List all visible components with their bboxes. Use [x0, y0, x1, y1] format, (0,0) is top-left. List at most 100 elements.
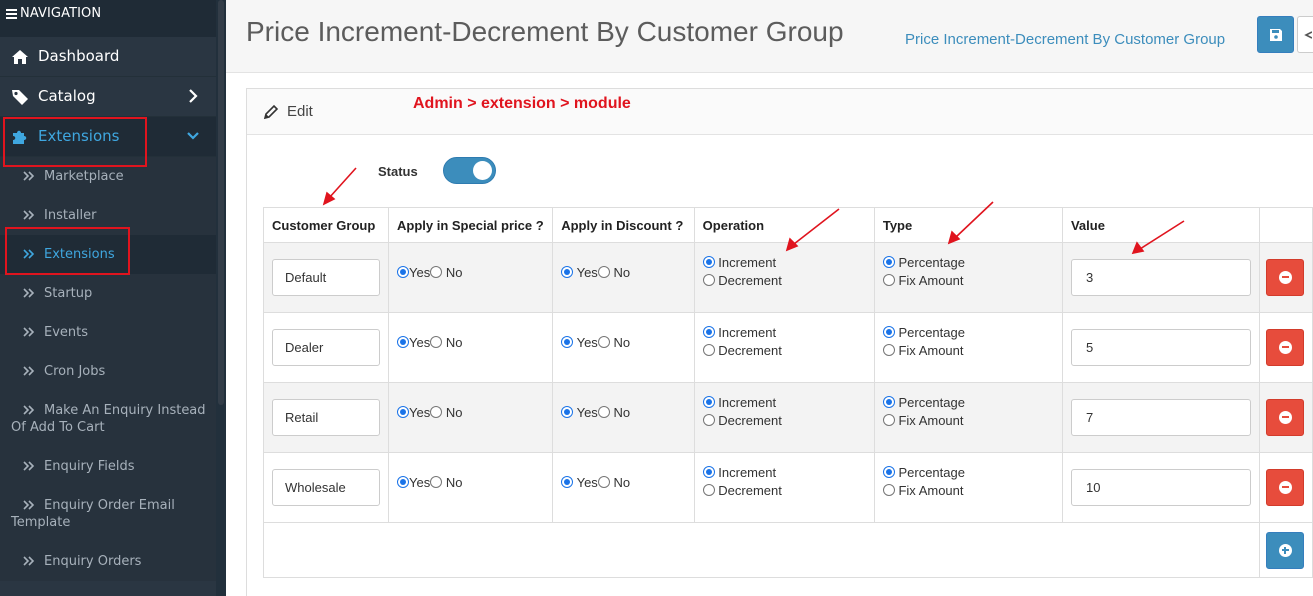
decrement-radio[interactable]	[702, 273, 715, 286]
navigation-header[interactable]: NAVIGATION	[0, 0, 216, 37]
special-yes-radio[interactable]	[397, 266, 409, 278]
menu-item-dashboard[interactable]: Dashboard	[0, 37, 216, 77]
percentage-radio[interactable]	[882, 255, 895, 268]
increment-radio[interactable]	[702, 465, 715, 478]
special-yes-radio[interactable]	[397, 406, 409, 418]
special-yes-radio[interactable]	[397, 336, 409, 348]
fix-amount-radio[interactable]	[882, 273, 895, 286]
remove-row-button[interactable]	[1265, 469, 1304, 506]
remove-row-button[interactable]	[1265, 399, 1304, 436]
special-yes-radio[interactable]	[397, 476, 409, 488]
breadcrumb-link[interactable]: Price Increment-Decrement By Customer Gr…	[905, 31, 1225, 48]
pencil-icon	[263, 104, 279, 120]
value-input[interactable]: 10	[1070, 469, 1251, 506]
status-toggle[interactable]	[443, 157, 496, 184]
col-header-discount: Apply in Discount ?	[552, 207, 695, 243]
discount-yes-radio[interactable]	[561, 476, 574, 488]
toggle-knob	[473, 161, 492, 180]
double-chevron-right-icon	[23, 500, 35, 510]
value-input[interactable]: 3	[1070, 259, 1251, 296]
discount-no-label: No	[613, 335, 631, 350]
increment-radio[interactable]	[702, 395, 715, 408]
save-button[interactable]	[1257, 16, 1294, 53]
cell-type: Percentage Fix Amount	[873, 452, 1063, 523]
cell-operation: Increment Decrement	[693, 312, 875, 383]
submenu-item-cron-jobs[interactable]: Cron Jobs	[0, 352, 216, 391]
discount-no-label: No	[613, 265, 631, 280]
decrement-label: Decrement	[718, 482, 782, 498]
status-label: Status	[378, 164, 418, 179]
special-no-radio[interactable]	[430, 476, 443, 488]
special-no-label: No	[445, 335, 463, 350]
sidebar-scrollbar-thumb[interactable]	[218, 0, 224, 405]
cell-type: Percentage Fix Amount	[873, 242, 1063, 313]
submenu-item-enquiry-orders[interactable]: Enquiry Orders	[0, 542, 216, 581]
reply-icon	[1304, 31, 1312, 39]
remove-row-button[interactable]	[1265, 329, 1304, 366]
value-input[interactable]: 5	[1070, 329, 1251, 366]
special-no-radio[interactable]	[430, 336, 443, 348]
increment-label: Increment	[718, 464, 777, 480]
value-input[interactable]: 7	[1070, 399, 1251, 436]
decrement-radio[interactable]	[702, 483, 715, 496]
page-title: Price Increment-Decrement By Customer Gr…	[246, 16, 844, 47]
special-no-radio[interactable]	[430, 406, 443, 418]
discount-yes-radio[interactable]	[561, 336, 574, 348]
discount-no-radio[interactable]	[597, 476, 610, 488]
submenu-item-enquiry-fields[interactable]: Enquiry Fields	[0, 447, 216, 486]
home-icon	[12, 50, 28, 64]
fix-amount-label: Fix Amount	[898, 412, 964, 428]
cell-action	[1258, 242, 1313, 313]
cell-customer-group: Wholesale	[263, 452, 389, 523]
submenu-item-startup[interactable]: Startup	[0, 274, 216, 313]
special-no-radio[interactable]	[430, 266, 443, 278]
discount-no-label: No	[613, 405, 631, 420]
fix-amount-radio[interactable]	[882, 413, 895, 426]
menu-item-catalog[interactable]: Catalog	[0, 77, 216, 117]
submenu-item-events[interactable]: Events	[0, 313, 216, 352]
submenu-item-enquiry-order-email-template[interactable]: Enquiry Order Email Template	[0, 486, 216, 542]
minus-circle-icon	[1278, 271, 1292, 284]
save-icon	[1270, 29, 1282, 41]
discount-yes-label: Yes	[576, 405, 598, 420]
fix-amount-radio[interactable]	[882, 343, 895, 356]
discount-no-radio[interactable]	[597, 266, 610, 278]
discount-yes-label: Yes	[576, 265, 598, 280]
discount-yes-radio[interactable]	[561, 406, 574, 418]
customer-group-input[interactable]: Default	[272, 259, 380, 296]
percentage-label: Percentage	[898, 464, 965, 480]
fix-amount-label: Fix Amount	[898, 272, 964, 288]
submenu-item-make-an-enquiry[interactable]: Make An Enquiry Instead Of Add To Cart	[0, 391, 216, 447]
increment-label: Increment	[718, 254, 777, 270]
cell-operation: Increment Decrement	[693, 382, 875, 453]
discount-no-radio[interactable]	[597, 336, 610, 348]
increment-radio[interactable]	[702, 255, 715, 268]
percentage-radio[interactable]	[882, 325, 895, 338]
percentage-label: Percentage	[898, 394, 965, 410]
back-button[interactable]	[1297, 16, 1313, 53]
cell-discount: Yes No	[552, 452, 695, 523]
discount-yes-radio[interactable]	[561, 266, 574, 278]
cell-action	[1258, 382, 1313, 453]
cell-add	[1258, 522, 1313, 578]
increment-radio[interactable]	[702, 325, 715, 338]
add-row-button[interactable]	[1265, 531, 1304, 569]
double-chevron-right-icon	[23, 366, 35, 376]
fix-amount-label: Fix Amount	[898, 482, 964, 498]
annotation-text: Admin > extension > module	[413, 95, 631, 112]
decrement-radio[interactable]	[702, 413, 715, 426]
customer-group-input[interactable]: Wholesale	[272, 469, 380, 506]
discount-no-radio[interactable]	[597, 406, 610, 418]
highlight-box-extensions-menu	[3, 117, 147, 167]
percentage-radio[interactable]	[882, 465, 895, 478]
remove-row-button[interactable]	[1265, 259, 1304, 296]
fix-amount-radio[interactable]	[882, 483, 895, 496]
decrement-radio[interactable]	[702, 343, 715, 356]
customer-group-input[interactable]: Retail	[272, 399, 380, 436]
customer-group-input[interactable]: Dealer	[272, 329, 380, 366]
percentage-radio[interactable]	[882, 395, 895, 408]
cell-discount: Yes No	[552, 242, 695, 313]
minus-circle-icon	[1278, 411, 1292, 424]
double-chevron-right-icon	[23, 210, 35, 220]
chevron-down-icon	[187, 132, 199, 140]
